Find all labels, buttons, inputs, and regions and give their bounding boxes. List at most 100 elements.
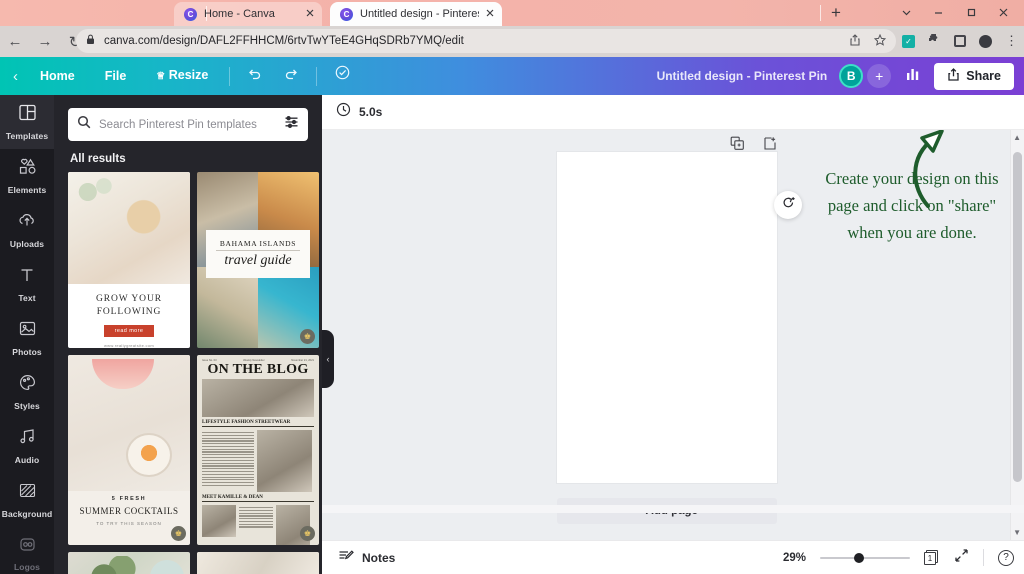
- expand-icon[interactable]: [954, 548, 969, 568]
- template-columns: [202, 430, 314, 492]
- share-icon[interactable]: [849, 33, 861, 49]
- scrollbar-thumb[interactable]: [1013, 152, 1022, 482]
- avatar[interactable]: B: [839, 64, 864, 88]
- template-image: [197, 267, 258, 348]
- sidebar-item-label: Logos: [14, 562, 40, 572]
- new-tab-button[interactable]: +: [831, 4, 841, 22]
- chevron-down-icon[interactable]: [901, 6, 912, 21]
- search-input[interactable]: [99, 118, 276, 131]
- template-card-bahama-islands[interactable]: BAHAMA ISLANDS travel guide ♚: [197, 172, 319, 348]
- close-icon[interactable]: [486, 8, 494, 20]
- sidebar-item-uploads[interactable]: Uploads: [0, 203, 54, 257]
- collapse-panel-handle[interactable]: ‹: [322, 330, 334, 388]
- puzzle-icon[interactable]: [928, 33, 941, 49]
- canvas-horizontal-scrollbar[interactable]: [322, 505, 1024, 513]
- scroll-up-icon[interactable]: ▲: [1013, 133, 1021, 142]
- template-text: BAHAMA ISLANDS travel guide: [206, 230, 310, 278]
- sidebar-item-label: Text: [18, 292, 36, 303]
- notes-icon: [338, 549, 354, 567]
- profile-avatar[interactable]: [979, 34, 992, 48]
- template-image: [257, 430, 312, 492]
- sidebar-item-photos[interactable]: Photos: [0, 311, 54, 365]
- template-card-grow-your-following[interactable]: GROW YOUR FOLLOWING read more www.really…: [68, 172, 190, 348]
- notes-button[interactable]: Notes: [322, 549, 395, 567]
- design-canvas-area[interactable]: Create your design on this page and clic…: [322, 130, 1024, 540]
- panel-heading: All results: [70, 153, 126, 165]
- canva-header: ‹ Home File ♕ Resize Untitled design - P…: [0, 57, 1024, 95]
- canvas-vertical-scrollbar[interactable]: ▲ ▼: [1010, 130, 1024, 540]
- sidebar-item-templates[interactable]: Templates: [0, 95, 54, 149]
- sidebar-item-audio[interactable]: Audio: [0, 419, 54, 473]
- slider-knob[interactable]: [854, 552, 864, 563]
- help-button[interactable]: ?: [998, 549, 1014, 566]
- undo-icon[interactable]: [236, 57, 273, 95]
- bar-chart-icon[interactable]: [905, 66, 922, 87]
- kebab-menu-icon[interactable]: ⋮: [1005, 33, 1018, 49]
- photo-icon: [18, 319, 37, 343]
- resize-button[interactable]: ♕ Resize: [141, 56, 223, 96]
- tab-title: Untitled design - Pinterest Pi: [360, 8, 479, 20]
- sidebar-item-background[interactable]: Background: [0, 473, 54, 527]
- template-grid: GROW YOUR FOLLOWING read more www.really…: [54, 172, 322, 574]
- template-text: GROW YOUR FOLLOWING read more www.really…: [68, 284, 190, 348]
- logos-icon: [18, 536, 37, 558]
- template-text: 5 FRESH SUMMER COCKTAILS TO TRY THIS SEA…: [68, 491, 190, 526]
- back-chevron-icon[interactable]: ‹: [13, 68, 18, 85]
- template-image: [202, 379, 314, 417]
- template-subtitle: travel guide: [224, 253, 292, 268]
- template-card-best-ideas[interactable]: 10 BEST IDEAS FOR: [197, 552, 319, 574]
- filter-sliders-icon[interactable]: [284, 115, 299, 134]
- document-title[interactable]: Untitled design - Pinterest Pin: [657, 69, 828, 83]
- sidebar-item-elements[interactable]: Elements: [0, 149, 54, 203]
- cloud-check-icon[interactable]: [323, 57, 362, 95]
- header-left-group: ‹ Home File ♕ Resize: [0, 57, 362, 95]
- star-icon[interactable]: [873, 33, 887, 49]
- sidepanel-icon[interactable]: [954, 35, 966, 47]
- template-section-1: LIFESTYLE FASHION STREETWEAR: [202, 420, 314, 427]
- template-image: [68, 355, 190, 491]
- new-tab-divider: [820, 5, 821, 21]
- minimize-icon[interactable]: [933, 6, 944, 21]
- template-card-herbs[interactable]: [68, 552, 190, 574]
- template-card-summer-cocktails[interactable]: 5 FRESH SUMMER COCKTAILS TO TRY THIS SEA…: [68, 355, 190, 545]
- lock-icon: [86, 34, 95, 48]
- template-card-on-the-blog[interactable]: Issue No. 03 Weekly Newsletter November …: [197, 355, 319, 545]
- browser-tab-home-canva[interactable]: C Home - Canva: [174, 2, 322, 26]
- page-duration[interactable]: 5.0s: [359, 105, 382, 119]
- scroll-down-icon[interactable]: ▼: [1013, 528, 1021, 537]
- sidebar-item-styles[interactable]: Styles: [0, 365, 54, 419]
- editor-bottom-bar: Notes 29% 1 ?: [322, 540, 1024, 574]
- text-lines: [202, 432, 254, 492]
- search-box[interactable]: [68, 108, 308, 141]
- window-controls: [890, 2, 1020, 24]
- close-icon[interactable]: [998, 6, 1009, 21]
- clock-icon[interactable]: [336, 102, 351, 122]
- page-manager-button[interactable]: 1: [924, 549, 940, 566]
- header-divider: [316, 66, 318, 86]
- close-icon[interactable]: [306, 8, 314, 20]
- home-button[interactable]: Home: [25, 57, 90, 95]
- address-bar[interactable]: canva.com/design/DAFL2FFHHCM/6rtvTwYTeE4…: [76, 29, 896, 53]
- browser-tab-untitled-design[interactable]: C Untitled design - Pinterest Pi: [330, 2, 502, 26]
- share-button[interactable]: Share: [934, 62, 1014, 90]
- templates-icon: [18, 103, 37, 127]
- redo-icon[interactable]: [273, 57, 310, 95]
- restore-icon[interactable]: [966, 6, 977, 21]
- palette-icon: [18, 373, 37, 397]
- back-button[interactable]: ←: [0, 33, 30, 50]
- canva-editor-screen: C Home - Canva C Untitled design - Pinte…: [0, 0, 1024, 574]
- sidebar-item-label: Background: [1, 509, 53, 519]
- template-columns: [202, 505, 314, 545]
- sidebar-item-logos[interactable]: Logos: [0, 527, 54, 574]
- design-page[interactable]: [557, 152, 777, 483]
- extension-teal-icon[interactable]: ✓: [902, 34, 915, 48]
- add-collaborator-button[interactable]: +: [867, 64, 892, 88]
- zoom-slider[interactable]: [820, 551, 910, 565]
- template-subtitle: TO TRY THIS SEASON: [96, 521, 162, 526]
- file-menu-button[interactable]: File: [90, 57, 142, 95]
- sidebar-item-text[interactable]: Text: [0, 257, 54, 311]
- comment-button[interactable]: [774, 191, 802, 219]
- forward-button[interactable]: →: [30, 33, 60, 50]
- pro-crown-icon: ♚: [171, 526, 186, 541]
- url-text: canva.com/design/DAFL2FFHHCM/6rtvTwYTeE4…: [104, 35, 464, 47]
